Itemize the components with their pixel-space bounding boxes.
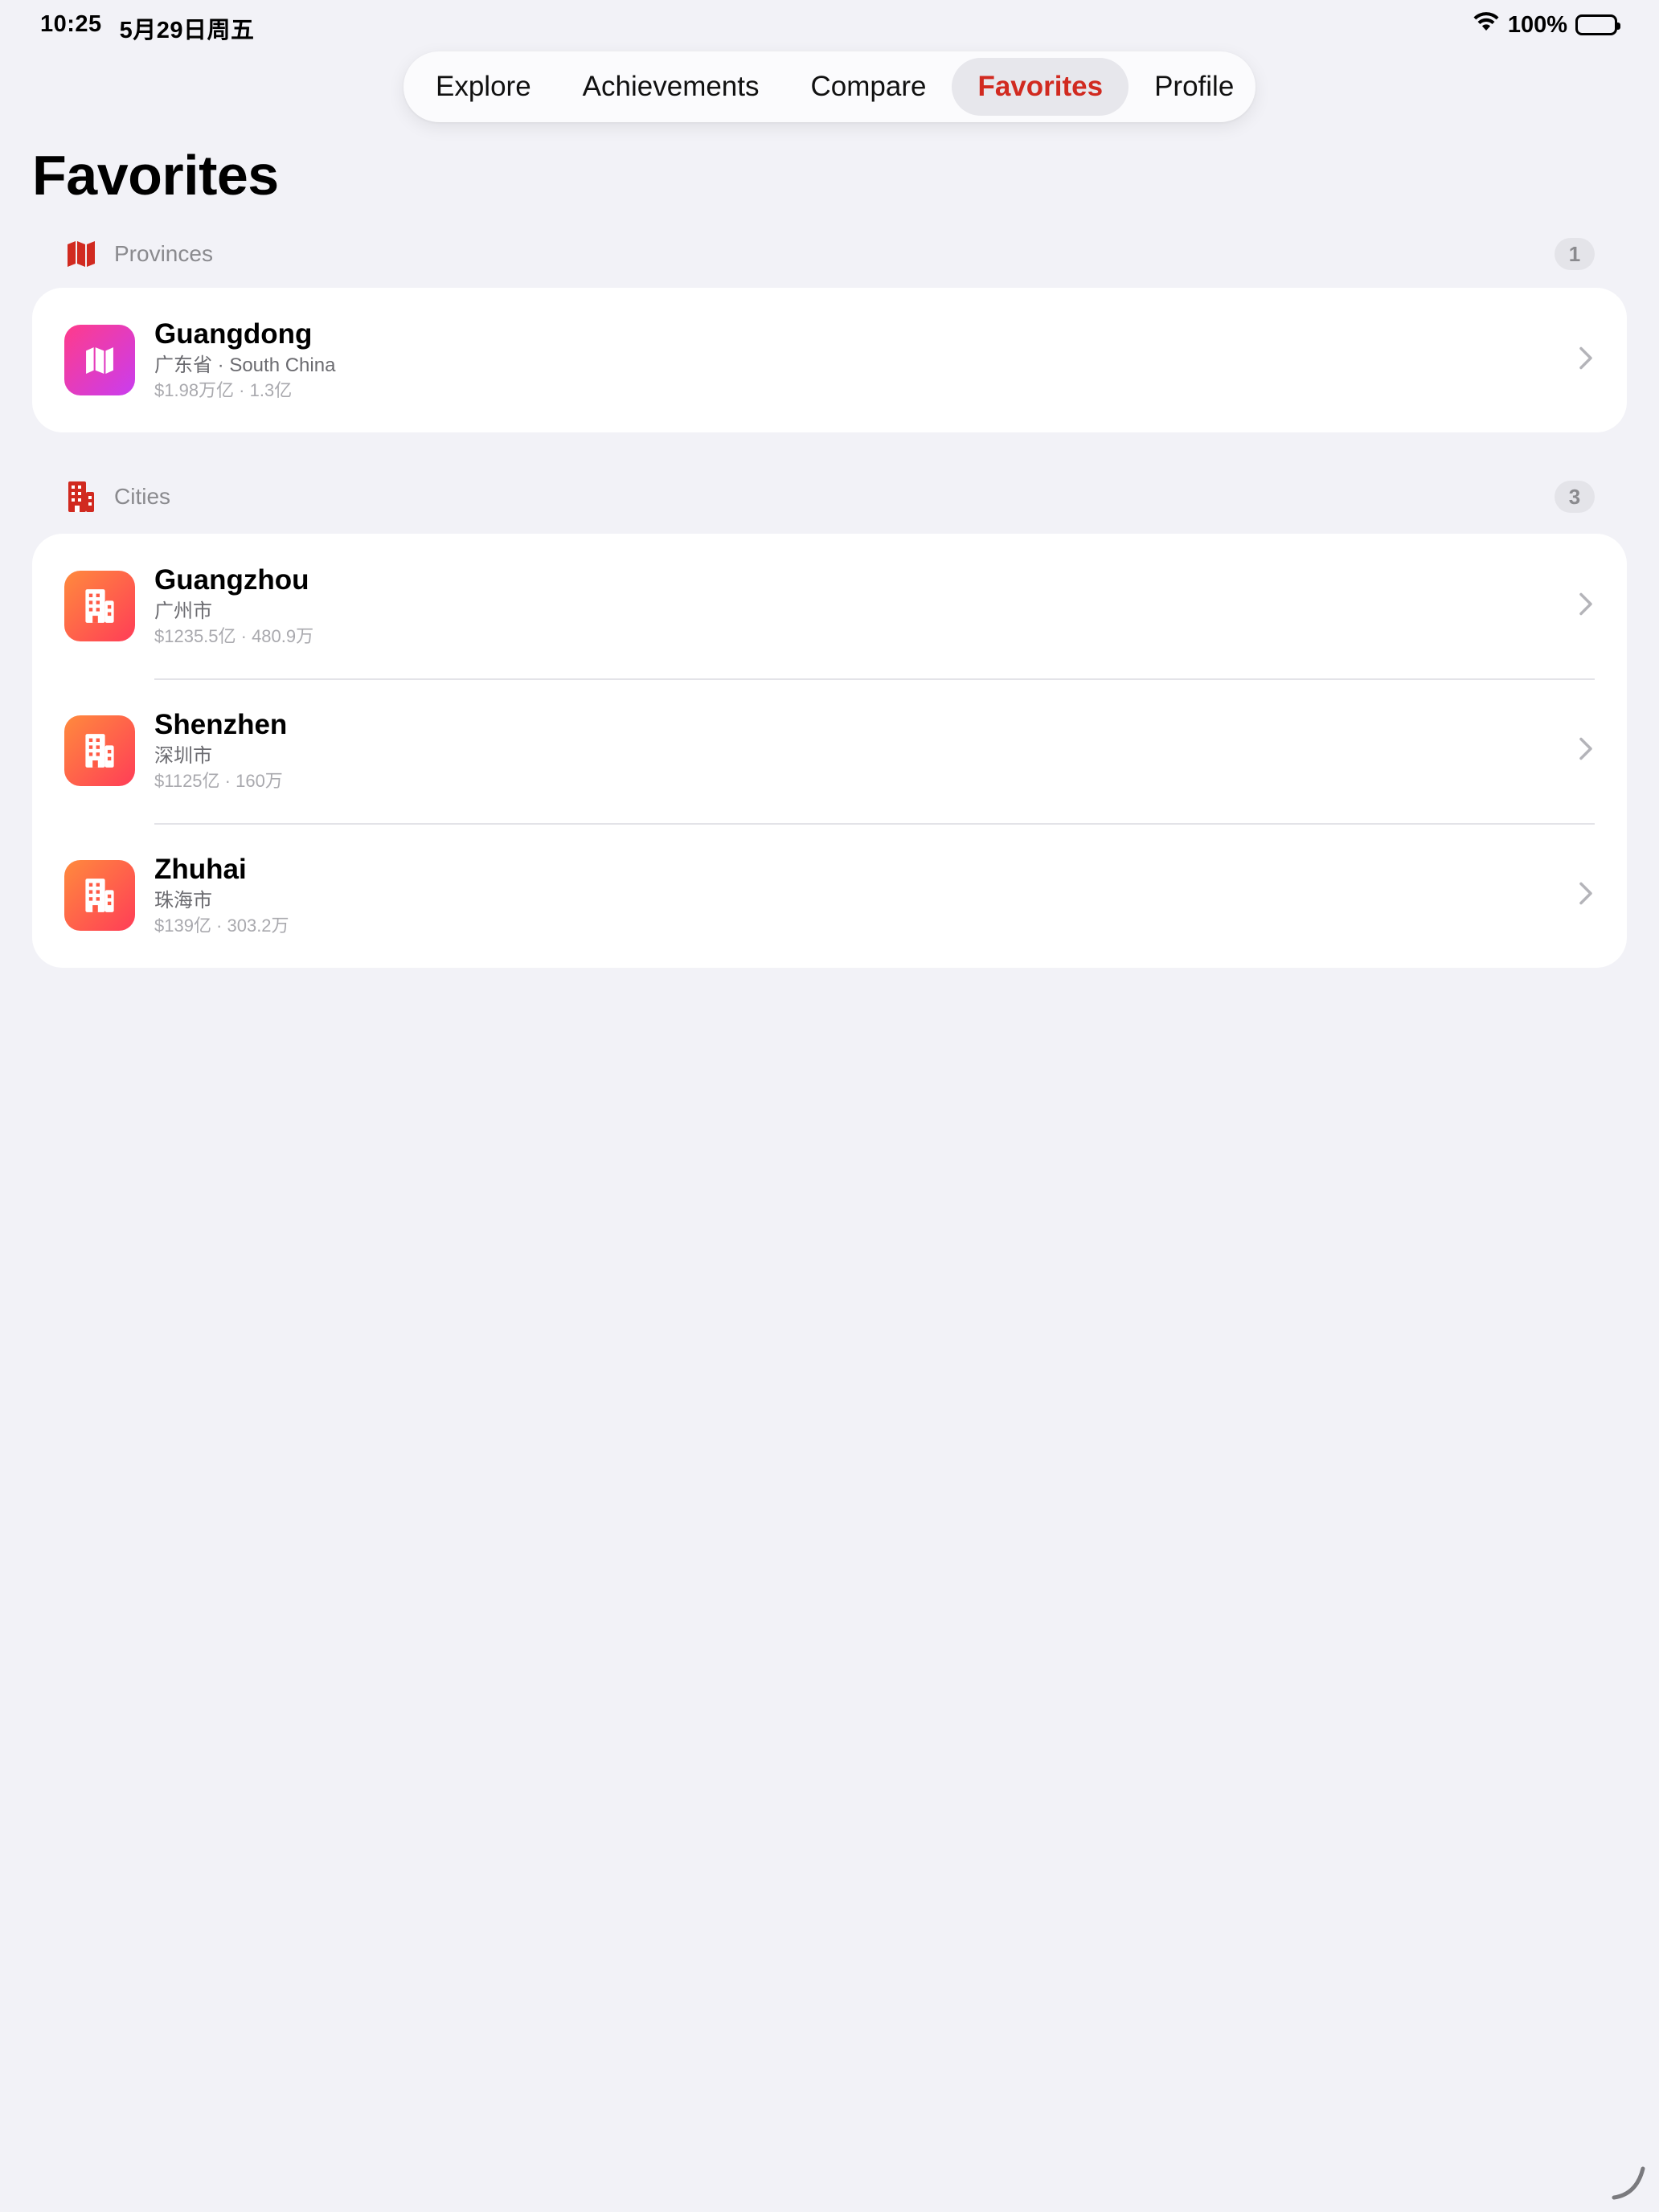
city-subtitle: 广州市 bbox=[154, 600, 212, 622]
province-meta: $1.98万亿 · 1.3亿 bbox=[154, 380, 293, 400]
tab-compare[interactable]: Compare bbox=[785, 58, 952, 116]
status-time: 10:25 bbox=[40, 11, 102, 37]
city-meta: $139亿 · 303.2万 bbox=[154, 916, 289, 936]
city-name: Guangzhou bbox=[154, 564, 309, 596]
corner-grabber-icon[interactable] bbox=[1609, 2162, 1648, 2201]
chevron-right-icon bbox=[1579, 346, 1593, 375]
city-meta: $1125亿 · 160万 bbox=[154, 771, 283, 791]
city-row-shenzhen[interactable]: Shenzhen 深圳市 $1125亿 · 160万 bbox=[32, 678, 1627, 823]
battery-icon bbox=[1575, 14, 1620, 35]
page-title: Favorites bbox=[32, 144, 279, 207]
tab-profile[interactable]: Profile bbox=[1129, 58, 1260, 116]
tab-bar: Explore Achievements Compare Favorites P… bbox=[403, 51, 1256, 122]
province-subtitle: 广东省 · South China bbox=[154, 354, 336, 376]
city-subtitle: 珠海市 bbox=[154, 890, 212, 911]
provinces-count-badge: 1 bbox=[1555, 238, 1595, 270]
battery-percent: 100% bbox=[1507, 11, 1567, 38]
tab-explore[interactable]: Explore bbox=[410, 58, 557, 116]
city-meta: $1235.5亿 · 480.9万 bbox=[154, 626, 314, 646]
tab-favorites[interactable]: Favorites bbox=[952, 58, 1129, 116]
chevron-right-icon bbox=[1579, 882, 1593, 910]
city-building-icon bbox=[64, 860, 135, 931]
city-name: Zhuhai bbox=[154, 854, 247, 885]
city-subtitle: 深圳市 bbox=[154, 745, 212, 767]
city-building-icon bbox=[64, 715, 135, 786]
status-bar-right: 100% bbox=[1473, 11, 1620, 39]
cities-card: Guangzhou 广州市 $1235.5亿 · 480.9万 Shenzhen… bbox=[32, 534, 1627, 968]
city-row-guangzhou[interactable]: Guangzhou 广州市 $1235.5亿 · 480.9万 bbox=[32, 534, 1627, 678]
cities-count-badge: 3 bbox=[1555, 481, 1595, 513]
cities-section-header: Cities 3 bbox=[66, 479, 1595, 514]
chevron-right-icon bbox=[1579, 737, 1593, 765]
city-building-icon bbox=[64, 571, 135, 641]
status-bar-left: 10:25 5月29日周五 bbox=[40, 11, 255, 45]
city-name: Shenzhen bbox=[154, 709, 288, 740]
provinces-label: Provinces bbox=[114, 241, 213, 266]
building-icon bbox=[66, 481, 96, 512]
map-icon bbox=[66, 239, 96, 269]
province-name: Guangdong bbox=[154, 318, 313, 350]
chevron-right-icon bbox=[1579, 592, 1593, 621]
provinces-card: Guangdong 广东省 · South China $1.98万亿 · 1.… bbox=[32, 288, 1627, 432]
wifi-icon bbox=[1473, 11, 1500, 39]
city-row-zhuhai[interactable]: Zhuhai 珠海市 $139亿 · 303.2万 bbox=[32, 823, 1627, 968]
province-row-guangdong[interactable]: Guangdong 广东省 · South China $1.98万亿 · 1.… bbox=[32, 288, 1627, 432]
province-map-icon bbox=[64, 325, 135, 395]
favorites-page: 10:25 5月29日周五 100% Explore Achievements … bbox=[0, 0, 1659, 2212]
provinces-section-header: Provinces 1 bbox=[66, 236, 1595, 272]
cities-label: Cities bbox=[114, 484, 171, 509]
tab-achievements[interactable]: Achievements bbox=[557, 58, 785, 116]
status-date: 5月29日周五 bbox=[119, 18, 255, 43]
